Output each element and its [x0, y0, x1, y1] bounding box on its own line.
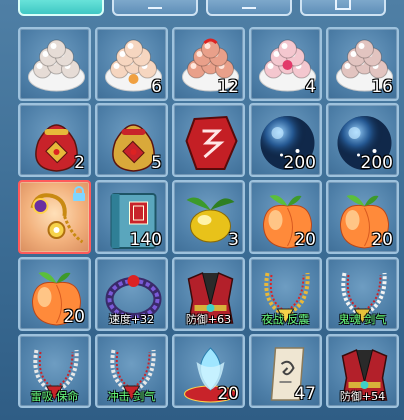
inventory-slot[interactable]: 速度+32 [95, 257, 168, 331]
item-stat: 速度+32 [99, 314, 164, 326]
stat-secondary: +32 [130, 313, 155, 326]
item-count: 20 [294, 230, 316, 250]
inventory-slot[interactable]: 雷吸 保命 [18, 334, 91, 408]
item-count: 47 [294, 384, 316, 404]
item-count: 12 [217, 77, 239, 97]
stat-secondary: +54 [361, 390, 386, 403]
inventory-slot[interactable]: 20 [249, 180, 322, 254]
inventory-slot[interactable]: 4 [249, 27, 322, 101]
inventory-slot[interactable]: 140 [95, 180, 168, 254]
inventory-grid: 6 12 4 16 2 5 200 200 140 3 20 20 20 速度+… [0, 0, 404, 420]
inventory-slot[interactable]: 20 [18, 257, 91, 331]
inventory-slot[interactable]: 3 [172, 180, 245, 254]
stat-secondary: 保命 [52, 390, 79, 403]
item-count: 5 [151, 153, 162, 173]
item-stat: 雷吸 保命 [22, 391, 87, 403]
item-count: 20 [63, 307, 85, 327]
inventory-slot[interactable]: 200 [326, 103, 399, 177]
item-stat: 冲击 剑气 [99, 391, 164, 403]
inventory-slot[interactable]: 2 [18, 103, 91, 177]
inventory-slot[interactable]: 12 [172, 27, 245, 101]
stat-secondary: +63 [207, 313, 232, 326]
item-count: 4 [305, 77, 316, 97]
stat-secondary: 反震 [283, 313, 310, 326]
stat-primary: 雷吸 [30, 390, 53, 403]
inventory-slot[interactable] [18, 27, 91, 101]
inventory-slot[interactable]: 200 [249, 103, 322, 177]
inventory-slot[interactable]: 夜战 反震 [249, 257, 322, 331]
stat-primary: 防御 [185, 313, 208, 326]
item-count: 6 [151, 77, 162, 97]
stat-primary: 速度 [108, 313, 131, 326]
glutinous-rice-balls-plate-icon [28, 39, 85, 92]
inventory-slot[interactable]: 防御+63 [172, 257, 245, 331]
stat-secondary: 剑气 [360, 313, 387, 326]
item-count: 20 [217, 384, 239, 404]
inventory-slot[interactable]: 冲击 剑气 [95, 334, 168, 408]
item-count: 2 [74, 153, 85, 173]
item-count: 200 [283, 153, 316, 173]
inventory-slot[interactable]: 鬼魂 剑气 [326, 257, 399, 331]
item-stat: 防御+54 [330, 391, 395, 403]
item-count: 140 [129, 230, 162, 250]
inventory-slot[interactable] [18, 180, 91, 254]
inventory-slot[interactable] [172, 103, 245, 177]
item-count: 20 [371, 230, 393, 250]
inventory-slot[interactable]: 20 [172, 334, 245, 408]
inventory-slot[interactable]: 47 [249, 334, 322, 408]
stat-secondary: 剑气 [129, 390, 156, 403]
inventory-slot[interactable]: 20 [326, 180, 399, 254]
item-count: 16 [371, 77, 393, 97]
stat-primary: 鬼魂 [338, 313, 361, 326]
stat-primary: 夜战 [261, 313, 284, 326]
item-count: 3 [228, 230, 239, 250]
stat-primary: 冲击 [107, 390, 130, 403]
item-count: 200 [360, 153, 393, 173]
stat-primary: 防御 [339, 390, 362, 403]
inventory-slot[interactable]: 防御+54 [326, 334, 399, 408]
item-stat: 鬼魂 剑气 [330, 314, 395, 326]
inventory-slot[interactable]: 6 [95, 27, 168, 101]
red-rune-stone-icon [185, 115, 238, 170]
item-stat: 防御+63 [176, 314, 241, 326]
lock-icon [73, 186, 85, 201]
inventory-slot[interactable]: 5 [95, 103, 168, 177]
item-stat: 夜战 反震 [253, 314, 318, 326]
inventory-slot[interactable]: 16 [326, 27, 399, 101]
